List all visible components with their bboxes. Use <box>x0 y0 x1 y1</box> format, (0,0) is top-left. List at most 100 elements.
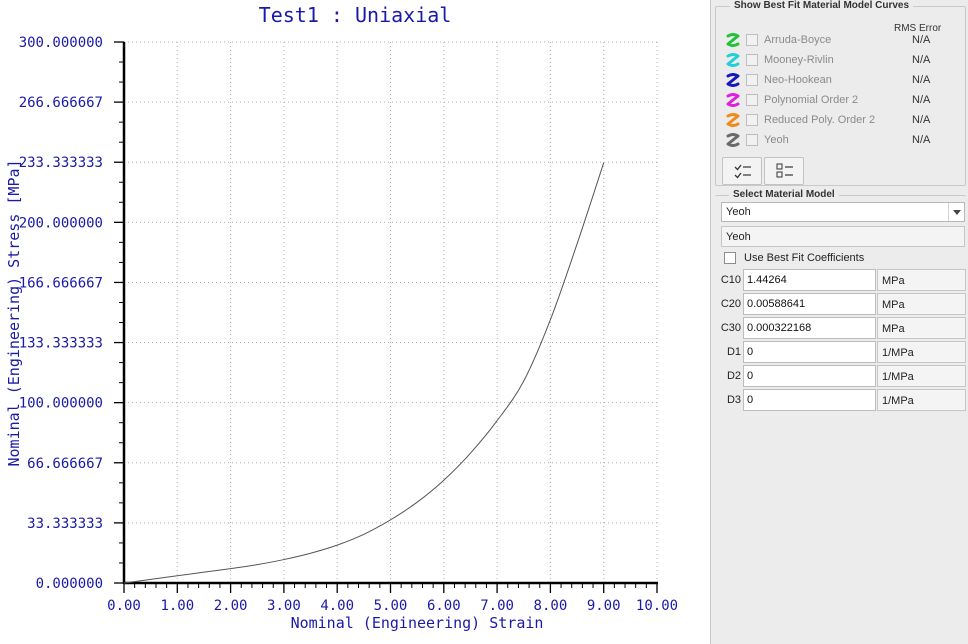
model-checkbox[interactable] <box>746 54 758 66</box>
model-label: Reduced Poly. Order 2 <box>764 114 876 126</box>
coefficient-row-c20: C20 MPa <box>715 293 966 315</box>
coefficient-label: C20 <box>720 298 741 310</box>
curve-icon <box>726 53 740 67</box>
axes-layer <box>114 41 658 593</box>
x-tick-label: 0.00 <box>107 598 141 614</box>
x-tick-label: 3.00 <box>267 598 301 614</box>
y-tick-label: 233.333333 <box>19 155 103 171</box>
y-tick-label: 200.000000 <box>19 215 103 231</box>
coefficient-unit: MPa <box>877 317 966 339</box>
coefficient-label: D3 <box>726 394 741 406</box>
x-tick-label: 7.00 <box>480 598 514 614</box>
y-tick-label: 66.666667 <box>27 456 103 472</box>
x-tick-label: 9.00 <box>587 598 621 614</box>
curve-row: Neo-Hookean N/A <box>722 71 962 91</box>
use-best-fit-checkbox[interactable] <box>724 252 736 264</box>
x-axis-label: Nominal (Engineering) Strain <box>291 614 544 632</box>
model-label: Polynomial Order 2 <box>764 94 859 106</box>
x-tick-label: 8.00 <box>534 598 568 614</box>
coefficient-row-c10: C10 MPa <box>715 269 966 291</box>
coefficient-unit-text: 1/MPa <box>882 395 914 407</box>
curve-icon <box>726 93 740 107</box>
stress-strain-plot: Test1 : Uniaxial Nominal (Engineering) S… <box>0 0 710 644</box>
coefficient-label: C30 <box>720 322 741 334</box>
x-tick-label: 4.00 <box>320 598 354 614</box>
curve-row: Mooney-Rivlin N/A <box>722 51 962 71</box>
coefficient-row-d3: D3 1/MPa <box>715 389 966 411</box>
coefficient-row-d1: D1 1/MPa <box>715 341 966 363</box>
model-checkbox[interactable] <box>746 114 758 126</box>
model-checkbox[interactable] <box>746 94 758 106</box>
coefficient-input[interactable] <box>743 293 876 315</box>
model-checkbox[interactable] <box>746 74 758 86</box>
y-tick-label: 166.666667 <box>19 275 103 291</box>
deselect-all-button[interactable] <box>764 157 804 185</box>
model-rms-value: N/A <box>912 34 931 46</box>
model-label: Mooney-Rivlin <box>764 54 834 66</box>
y-tick-label: 0.000000 <box>36 576 103 592</box>
y-tick-label: 100.000000 <box>19 396 103 412</box>
coefficient-unit-text: MPa <box>882 299 905 311</box>
coefficient-label: C10 <box>720 274 741 286</box>
coefficient-row-c30: C30 MPa <box>715 317 966 339</box>
coefficient-unit: MPa <box>877 269 966 291</box>
select-all-button[interactable] <box>722 157 762 185</box>
x-tick-label: 2.00 <box>214 598 248 614</box>
coefficient-label: D2 <box>726 370 741 382</box>
model-checkbox[interactable] <box>746 34 758 46</box>
y-axis-label: Nominal (Engineering) Stress [MPa] <box>5 159 23 466</box>
best-fit-group: Show Best Fit Material Model Curves RMS … <box>715 0 966 186</box>
material-name-value: Yeoh <box>726 231 751 243</box>
curve-icon <box>726 113 740 127</box>
coefficient-unit: 1/MPa <box>877 365 966 387</box>
coefficient-input[interactable] <box>743 365 876 387</box>
model-rms-value: N/A <box>912 114 931 126</box>
coefficient-input[interactable] <box>743 389 876 411</box>
select-all-icon <box>734 164 751 179</box>
grid-layer <box>124 41 658 583</box>
curve-row: Yeoh N/A <box>722 131 962 151</box>
y-tick-label: 33.333333 <box>27 516 103 532</box>
coefficient-unit-text: MPa <box>882 323 905 335</box>
best-fit-group-title: Show Best Fit Material Model Curves <box>730 0 914 11</box>
material-name-field: Yeoh <box>721 226 965 247</box>
x-tick-label: 10.00 <box>636 598 678 614</box>
material-model-panel: Show Best Fit Material Model Curves RMS … <box>710 0 968 644</box>
coefficient-input[interactable] <box>743 317 876 339</box>
series-layer <box>123 162 605 584</box>
model-label: Arruda-Boyce <box>764 34 832 46</box>
coefficient-unit: MPa <box>877 293 966 315</box>
coefficient-label: D1 <box>726 346 741 358</box>
y-tick-label: 133.333333 <box>19 336 103 352</box>
curve-row: Reduced Poly. Order 2 N/A <box>722 111 962 131</box>
coefficient-input[interactable] <box>743 269 876 291</box>
curve-row: Polynomial Order 2 N/A <box>722 91 962 111</box>
chart-svg: Test1 : Uniaxial Nominal (Engineering) S… <box>5 3 678 632</box>
material-model-dropdown[interactable]: Yeoh <box>721 202 965 222</box>
model-checkbox[interactable] <box>746 134 758 146</box>
labels-layer: Test1 : Uniaxial Nominal (Engineering) S… <box>5 3 678 632</box>
coefficient-unit-text: 1/MPa <box>882 347 914 359</box>
use-best-fit-label[interactable]: Use Best Fit Coefficients <box>744 252 864 264</box>
x-tick-label: 6.00 <box>427 598 461 614</box>
y-tick-label: 266.666667 <box>19 95 103 111</box>
coefficient-unit-text: MPa <box>882 275 905 287</box>
curve-icon <box>726 133 740 147</box>
model-label: Neo-Hookean <box>764 74 832 86</box>
model-rms-value: N/A <box>912 54 931 66</box>
model-rms-value: N/A <box>912 94 931 106</box>
coefficient-row-d2: D2 1/MPa <box>715 365 966 387</box>
chevron-down-icon[interactable] <box>948 203 964 221</box>
curve-row: Arruda-Boyce N/A <box>722 31 962 51</box>
curve-icon <box>726 73 740 87</box>
y-tick-label: 300.000000 <box>19 35 103 51</box>
model-rms-value: N/A <box>912 134 931 146</box>
coefficient-unit: 1/MPa <box>877 389 966 411</box>
coefficient-unit: 1/MPa <box>877 341 966 363</box>
select-material-group-title: Select Material Model <box>729 189 839 200</box>
coefficient-input[interactable] <box>743 341 876 363</box>
x-tick-label: 1.00 <box>160 598 194 614</box>
x-tick-label: 5.00 <box>374 598 408 614</box>
deselect-all-icon <box>776 163 793 178</box>
chart-title: Test1 : Uniaxial <box>259 3 452 27</box>
